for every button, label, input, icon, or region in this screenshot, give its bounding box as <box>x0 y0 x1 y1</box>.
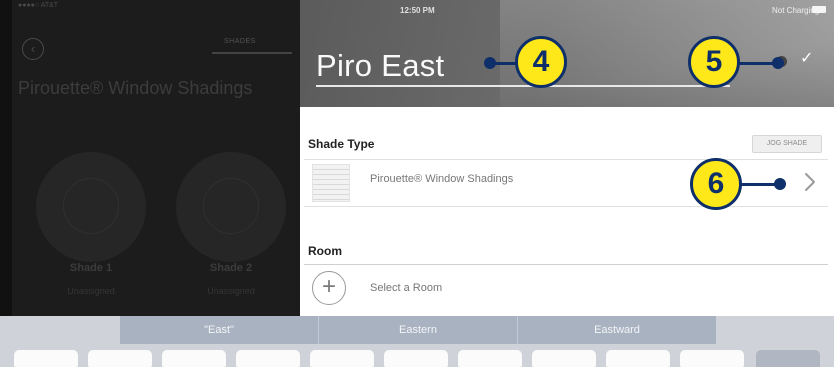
keyboard-key[interactable] <box>606 350 670 367</box>
jog-shade-button[interactable]: JOG SHADE <box>752 135 822 153</box>
shade-thumbnail-icon <box>312 164 350 202</box>
chevron-right-icon[interactable] <box>798 168 822 196</box>
shade-list-pane: ●●●●○ AT&T ‹ SHADES Pirouette® Window Sh… <box>12 0 300 316</box>
shade-type-heading: Shade Type <box>308 137 375 151</box>
keyboard-key[interactable] <box>236 350 300 367</box>
shade-1-status: Unassigned <box>67 286 115 296</box>
callout-4-badge: 4 <box>515 36 567 88</box>
keyboard-key[interactable] <box>384 350 448 367</box>
tab-underline <box>212 52 292 54</box>
tab-shades[interactable]: SHADES <box>224 38 256 45</box>
status-bar-time: 12:50 PM <box>400 6 435 15</box>
keyboard-key[interactable] <box>532 350 596 367</box>
shade-2-status: Unassigned <box>207 286 255 296</box>
prediction-3[interactable]: Eastward <box>518 316 716 344</box>
shade-settings-panel: Shade Type JOG SHADE Pirouette® Window S… <box>300 107 834 316</box>
callout-5-dot <box>772 57 784 69</box>
keyboard-key[interactable] <box>680 350 744 367</box>
keyboard-key[interactable] <box>162 350 226 367</box>
predictive-text-bar: "East" Eastern Eastward <box>120 316 716 344</box>
back-button-icon[interactable]: ‹ <box>22 38 44 60</box>
left-pane-title: Pirouette® Window Shadings <box>18 78 253 98</box>
edit-shade-header: 12:50 PM Not Charging Piro East ✓ <box>300 0 834 107</box>
plus-circle-icon[interactable]: + <box>312 271 346 305</box>
keyboard-key[interactable] <box>458 350 522 367</box>
shade-1-name: Shade 1 <box>69 262 113 274</box>
keyboard-key[interactable] <box>310 350 374 367</box>
shade-name-input-underline <box>316 85 730 87</box>
shade-2-name: Shade 2 <box>209 262 253 274</box>
onscreen-keyboard: "East" Eastern Eastward <box>0 316 834 367</box>
keyboard-key[interactable] <box>88 350 152 367</box>
callout-4-dot <box>484 57 496 69</box>
shade-2-dial-inner <box>203 178 259 234</box>
room-heading: Room <box>308 244 342 258</box>
shade-type-value: Pirouette® Window Shadings <box>370 173 514 185</box>
left-status-bar: ●●●●○ AT&T <box>18 2 59 9</box>
battery-icon <box>812 6 826 13</box>
select-room-label: Select a Room <box>370 282 443 294</box>
shade-1-dial-inner <box>63 178 119 234</box>
prediction-1[interactable]: "East" <box>120 316 318 344</box>
keyboard-key[interactable] <box>14 350 78 367</box>
select-room-row[interactable]: + Select a Room <box>300 265 834 311</box>
callout-5-badge: 5 <box>688 36 740 88</box>
callout-6-dot <box>774 178 786 190</box>
prediction-2[interactable]: Eastern <box>319 316 517 344</box>
shade-name-input-value[interactable]: Piro East <box>316 48 444 84</box>
callout-6-badge: 6 <box>690 158 742 210</box>
checkmark-icon[interactable]: ✓ <box>800 48 813 68</box>
divider <box>304 206 828 207</box>
keyboard-delete-key[interactable] <box>756 350 820 367</box>
